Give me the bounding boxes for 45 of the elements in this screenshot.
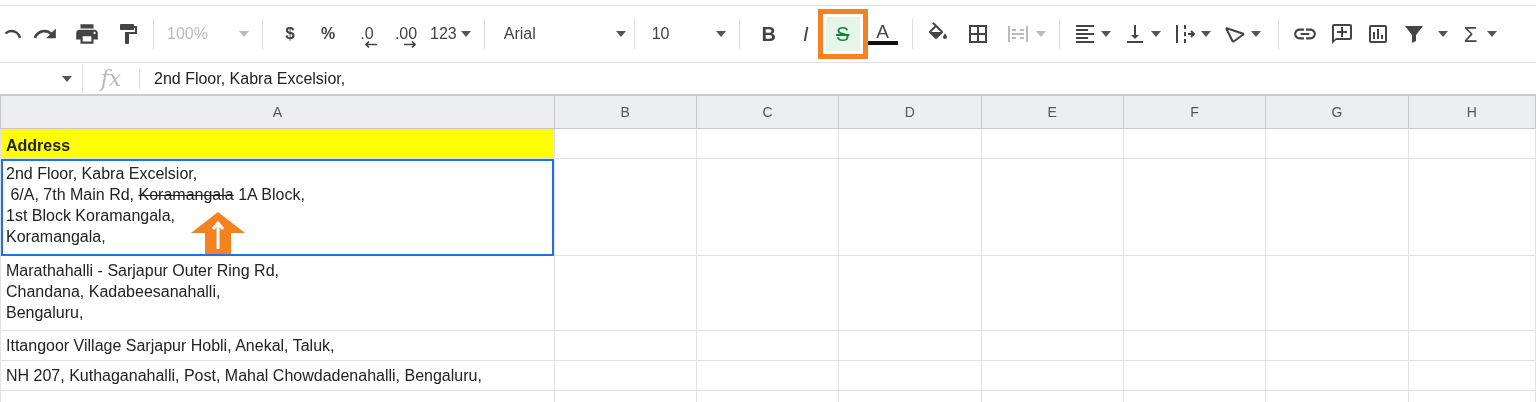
arrow-annotation xyxy=(190,211,246,255)
column-header[interactable]: F xyxy=(1123,95,1266,129)
font-size-dropdown[interactable]: 10 xyxy=(643,17,730,51)
caret-icon xyxy=(1150,31,1161,37)
caret-icon xyxy=(615,31,626,37)
caret-icon xyxy=(62,75,72,82)
comment-plus-icon xyxy=(1329,22,1354,46)
table-cell: NH 207, Kuthaganahalli, Post, Mahal Chowdadenahalli, Bengaluru, xyxy=(0,360,555,391)
caret-icon xyxy=(460,31,471,37)
currency-button[interactable]: $ xyxy=(272,17,308,51)
caret-icon xyxy=(1437,31,1448,37)
right-arrow-icon xyxy=(404,40,416,48)
caret-icon xyxy=(239,31,249,37)
caret-icon xyxy=(1035,31,1046,37)
decrease-decimal-button[interactable]: .0 xyxy=(348,17,386,51)
caret-icon xyxy=(715,31,726,37)
table-cell: 2nd Floor, Kabra Excelsior, 6/A, 7th Main Rd, Koramangala 1A Block, 1st Block Koramangala, Koramangala, xyxy=(0,158,555,256)
column-header[interactable]: C xyxy=(696,95,839,129)
column-header[interactable]: D xyxy=(838,95,982,129)
increase-decimal-button[interactable]: .00 xyxy=(386,17,426,51)
caret-icon xyxy=(1100,31,1111,37)
formula-label: fx xyxy=(98,65,123,93)
formula-input[interactable]: 2nd Floor, Kabra Excelsior, xyxy=(154,66,346,91)
table-cell: Marathahalli - Sarjapur Outer Ring Rd, Chandana, Kadabeesanahalli, Bengaluru, xyxy=(0,255,555,331)
decimal-label: .0 xyxy=(360,26,374,41)
bold-button[interactable]: B xyxy=(751,17,786,51)
font-dropdown[interactable]: Arial xyxy=(493,17,630,51)
caret-icon xyxy=(1200,31,1211,37)
column-header[interactable]: H xyxy=(1408,95,1536,129)
column-header[interactable]: G xyxy=(1265,95,1409,129)
left-arrow-icon xyxy=(365,40,377,48)
number-format-dropdown[interactable]: 123 xyxy=(426,17,475,51)
table-cell: Ittangoor Village Sarjapur Hobli, Anekal, Taluk, xyxy=(0,330,555,361)
column-header[interactable]: E xyxy=(981,95,1124,129)
functions-button[interactable]: Σ xyxy=(1459,17,1502,51)
header-cell: Address xyxy=(0,128,555,159)
text-color-button[interactable]: A xyxy=(865,17,900,51)
column-header[interactable]: B xyxy=(554,95,697,129)
column-header[interactable]: A xyxy=(0,95,555,129)
caret-icon xyxy=(1250,31,1261,37)
percent-button[interactable]: % xyxy=(308,17,348,51)
decimal-label: .00 xyxy=(394,26,418,41)
italic-button[interactable]: I xyxy=(788,17,823,51)
print-icon xyxy=(74,21,100,47)
caret-icon xyxy=(1487,31,1498,37)
